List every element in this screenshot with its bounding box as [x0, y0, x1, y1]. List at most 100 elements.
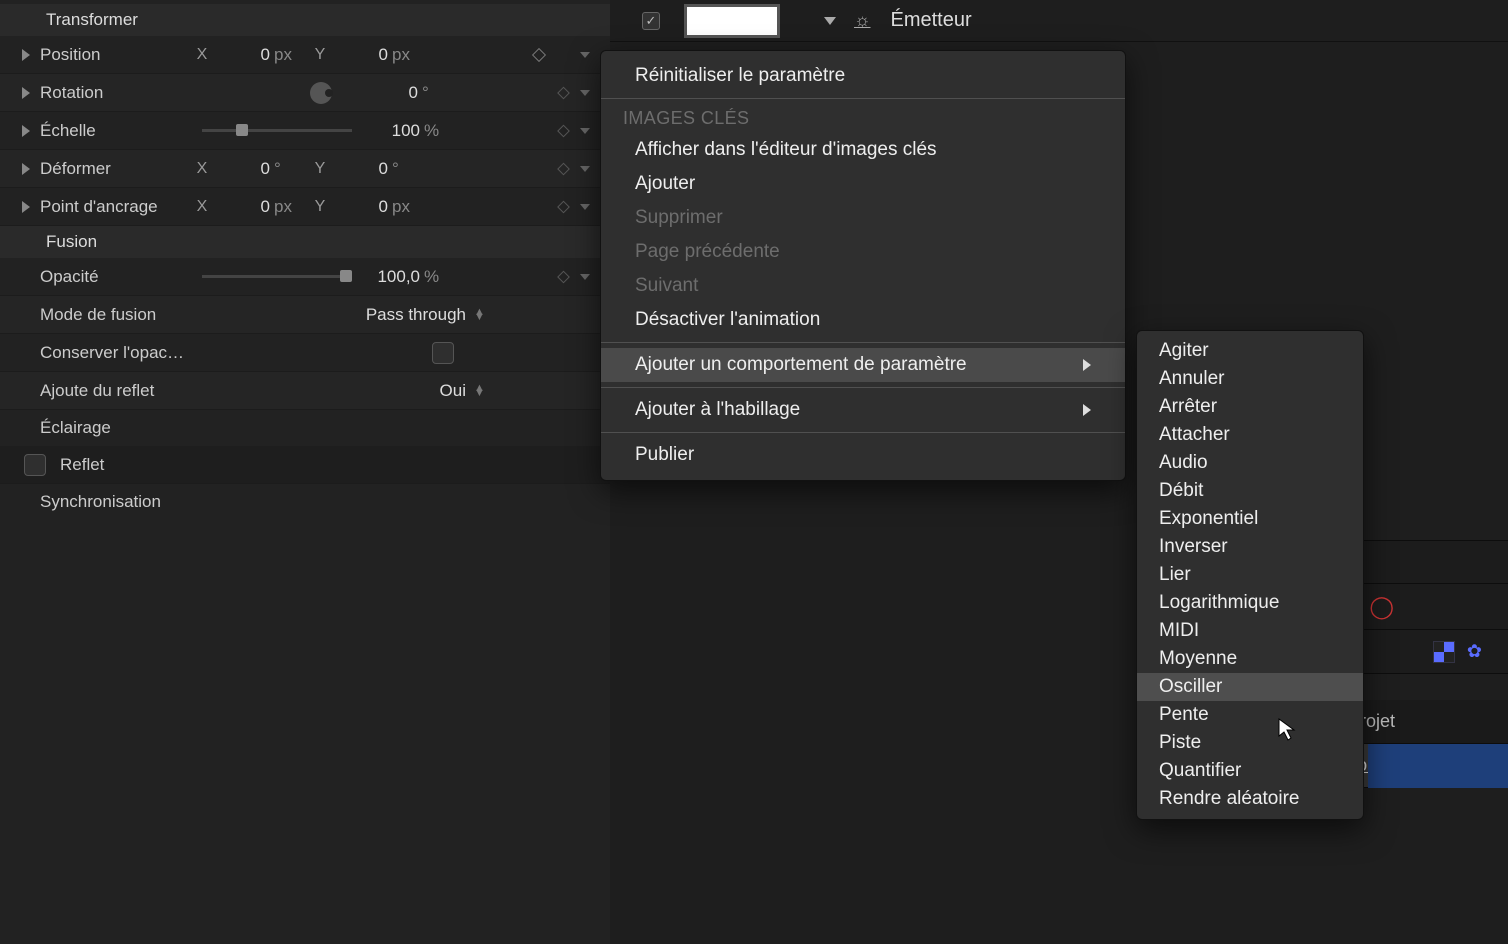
dropshadow-label: Ajoute du reflet [40, 381, 240, 401]
dropdown-arrows-icon[interactable]: ▲▼ [474, 310, 484, 320]
blending-header: Fusion [0, 226, 610, 258]
axis-y: Y [308, 160, 332, 178]
menu-show-keyframe-editor[interactable]: Afficher dans l'éditeur d'images clés [601, 133, 1125, 167]
keyframe-menu-icon[interactable] [580, 128, 590, 134]
submenu-item-logarithmique[interactable]: Logarithmique [1137, 589, 1363, 617]
submenu-item-débit[interactable]: Débit [1137, 477, 1363, 505]
shear-x-value[interactable]: 0 [214, 159, 274, 179]
scale-value[interactable]: 100 [364, 121, 424, 141]
checker-icon[interactable] [1433, 641, 1455, 663]
preserve-opacity-row[interactable]: Conserver l'opac… [0, 334, 610, 372]
dropshadow-value[interactable]: Oui [440, 381, 466, 401]
position-y-value[interactable]: 0 [332, 45, 392, 65]
disclosure-icon[interactable] [22, 125, 30, 137]
timeline-clip[interactable] [1368, 744, 1508, 788]
record-icon[interactable]: ◯ [1369, 594, 1394, 620]
rotation-value[interactable]: 0 [362, 83, 422, 103]
keyframe-menu-icon[interactable] [580, 52, 590, 58]
anchor-shape-icon[interactable] [532, 47, 546, 61]
menu-add-param-behavior[interactable]: Ajouter un comportement de paramètre [601, 348, 1125, 382]
param-behavior-submenu: AgiterAnnulerArrêterAttacherAudioDébitEx… [1136, 330, 1364, 820]
disclosure-icon[interactable] [22, 87, 30, 99]
rotation-dial[interactable] [310, 82, 332, 104]
keyframe-icon[interactable] [557, 200, 570, 213]
submenu-arrow-icon [1083, 359, 1091, 371]
layer-thumbnail[interactable] [684, 4, 780, 38]
opacity-value[interactable]: 100,0 [364, 267, 424, 287]
position-row[interactable]: Position X 0 px Y 0 px [0, 36, 610, 74]
menu-disable-animation[interactable]: Désactiver l'animation [601, 303, 1125, 337]
disclosure-icon[interactable] [22, 163, 30, 175]
menu-separator [601, 387, 1125, 388]
menu-add-to-rig[interactable]: Ajouter à l'habillage [601, 393, 1125, 427]
keyframe-menu-icon[interactable] [580, 274, 590, 280]
transformer-header: Transformer [0, 4, 610, 36]
shear-row[interactable]: Déformer X 0 ° Y 0 ° [0, 150, 610, 188]
menu-delete-keyframe: Supprimer [601, 201, 1125, 235]
opacity-row[interactable]: Opacité ♥ 100,0 % [0, 258, 610, 296]
position-label: Position [40, 45, 190, 65]
rotation-row[interactable]: Rotation 0 ° [0, 74, 610, 112]
opacity-slider[interactable]: ♥ [202, 275, 352, 278]
menu-separator [601, 342, 1125, 343]
gear-icon[interactable]: ✿ [1467, 641, 1482, 663]
submenu-item-lier[interactable]: Lier [1137, 561, 1363, 589]
shear-y-value[interactable]: 0 [332, 159, 392, 179]
axis-x: X [190, 160, 214, 178]
submenu-item-piste[interactable]: Piste [1137, 729, 1363, 757]
slider-thumb[interactable] [236, 124, 248, 136]
keyframe-icon[interactable] [557, 270, 570, 283]
submenu-item-exponentiel[interactable]: Exponentiel [1137, 505, 1363, 533]
keyframe-icon[interactable] [557, 124, 570, 137]
dropdown-arrows-icon[interactable]: ▲▼ [474, 386, 484, 396]
emitter-layer-row[interactable]: ✓ ☼ Émetteur [610, 0, 1508, 42]
axis-y: Y [308, 46, 332, 64]
dropshadow-row[interactable]: Ajoute du reflet Oui ▲▼ [0, 372, 610, 410]
blendmode-row[interactable]: Mode de fusion Pass through ▲▼ [0, 296, 610, 334]
blendmode-value[interactable]: Pass through [366, 305, 466, 325]
disclosure-icon[interactable] [22, 201, 30, 213]
position-x-value[interactable]: 0 [214, 45, 274, 65]
menu-add-keyframe[interactable]: Ajouter [601, 167, 1125, 201]
disclosure-icon[interactable] [22, 49, 30, 61]
menu-reset[interactable]: Réinitialiser le paramètre [601, 59, 1125, 93]
reflection-row[interactable]: Reflet [0, 446, 610, 484]
submenu-item-midi[interactable]: MIDI [1137, 617, 1363, 645]
submenu-item-osciller[interactable]: Osciller [1137, 673, 1363, 701]
keyframe-icon[interactable] [557, 86, 570, 99]
rotation-label: Rotation [40, 83, 190, 103]
submenu-item-rendre-aléatoire[interactable]: Rendre aléatoire [1137, 785, 1363, 813]
anchor-row[interactable]: Point d'ancrage X 0 px Y 0 px [0, 188, 610, 226]
menu-publish[interactable]: Publier [601, 438, 1125, 472]
submenu-item-arrêter[interactable]: Arrêter [1137, 393, 1363, 421]
layer-visibility-checkbox[interactable]: ✓ [642, 12, 660, 30]
anchor-y-value[interactable]: 0 [332, 197, 392, 217]
submenu-arrow-icon [1083, 404, 1091, 416]
menu-item-label: Ajouter à l'habillage [635, 399, 800, 421]
preserve-opacity-checkbox[interactable] [432, 342, 454, 364]
menu-separator [601, 432, 1125, 433]
scale-slider[interactable] [202, 129, 352, 132]
keyframe-menu-icon[interactable] [580, 204, 590, 210]
submenu-item-quantifier[interactable]: Quantifier [1137, 757, 1363, 785]
scale-row[interactable]: Échelle 100 % [0, 112, 610, 150]
keyframe-icon[interactable] [557, 162, 570, 175]
anchor-x-value[interactable]: 0 [214, 197, 274, 217]
reflection-label: Reflet [60, 455, 210, 475]
submenu-item-attacher[interactable]: Attacher [1137, 421, 1363, 449]
keyframe-menu-icon[interactable] [580, 90, 590, 96]
cursor-icon [1278, 718, 1296, 742]
submenu-item-audio[interactable]: Audio [1137, 449, 1363, 477]
submenu-item-inverser[interactable]: Inverser [1137, 533, 1363, 561]
submenu-item-annuler[interactable]: Annuler [1137, 365, 1363, 393]
submenu-item-agiter[interactable]: Agiter [1137, 337, 1363, 365]
keyframe-menu-icon[interactable] [580, 166, 590, 172]
submenu-item-pente[interactable]: Pente [1137, 701, 1363, 729]
menu-prev-keyframe: Page précédente [601, 235, 1125, 269]
axis-x: X [190, 46, 214, 64]
emitter-name[interactable]: Émetteur [891, 9, 972, 32]
submenu-item-moyenne[interactable]: Moyenne [1137, 645, 1363, 673]
disclosure-down-icon[interactable] [824, 17, 836, 25]
reflection-checkbox[interactable] [24, 454, 46, 476]
shear-label: Déformer [40, 159, 190, 179]
